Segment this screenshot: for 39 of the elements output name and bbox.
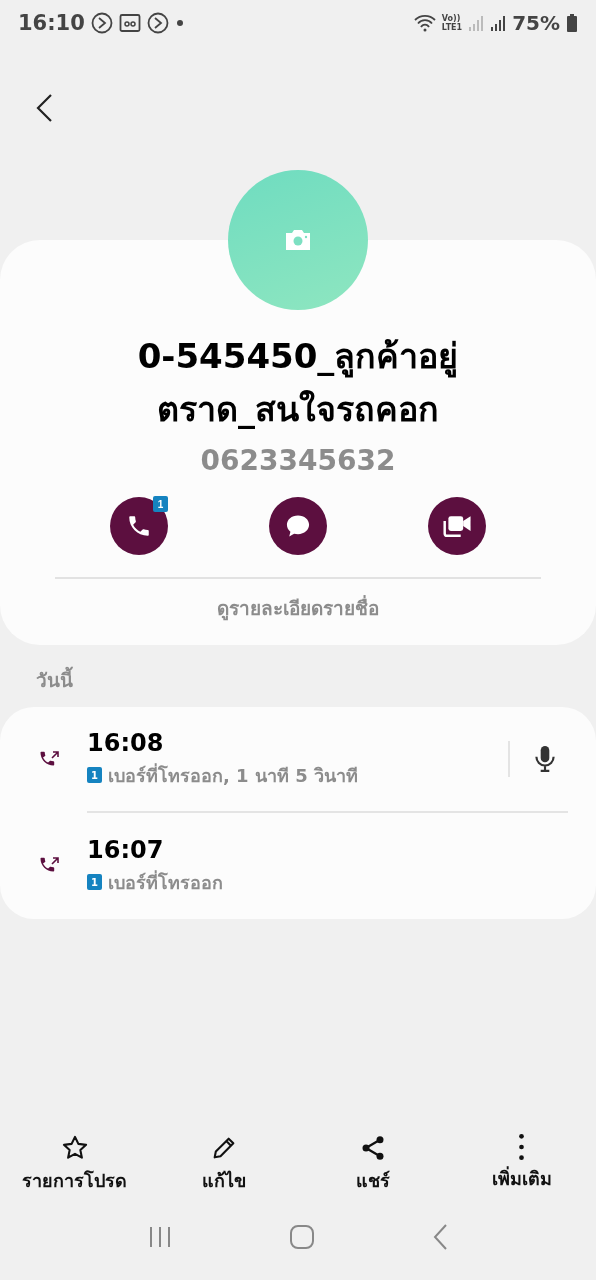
- section-title: วันนี้: [0, 645, 596, 707]
- play-circle-icon: [90, 11, 113, 34]
- back-button[interactable]: [34, 93, 54, 123]
- camera-icon: [283, 228, 313, 252]
- wifi-icon: [413, 13, 436, 32]
- contact-name: ตราด_สนใจรถคอก: [157, 388, 439, 431]
- back-nav-button[interactable]: [431, 1224, 448, 1250]
- sim-badge: 1: [87, 767, 102, 783]
- call-time: 16:08: [87, 728, 165, 757]
- play-circle-icon: [146, 11, 169, 34]
- more-icon: [519, 1134, 524, 1160]
- sim-badge: 1: [87, 874, 102, 890]
- call-time: 16:07: [87, 835, 165, 864]
- volte-label: Vo)): [441, 13, 462, 23]
- phone-icon: [126, 513, 152, 539]
- call-button[interactable]: 1: [110, 497, 168, 555]
- cassette-icon: [118, 12, 141, 33]
- contact-name: 0-545450_ลูกค้าอยู่: [137, 335, 459, 380]
- dot-icon: [174, 17, 185, 28]
- recent-apps-button[interactable]: [148, 1226, 173, 1248]
- battery-icon: [566, 12, 578, 33]
- lte-label: LTE1: [441, 22, 463, 32]
- phone-number: 0623345632: [200, 444, 396, 477]
- call-description: เบอร์ที่โทรออก, 1 นาที 5 วินาที: [108, 762, 358, 788]
- sim-badge: 1: [153, 496, 168, 512]
- star-icon: [60, 1134, 89, 1162]
- signal-icon: [468, 13, 485, 32]
- message-button[interactable]: [269, 497, 327, 555]
- call-description: เบอร์ที่โทรออก: [108, 869, 223, 895]
- battery-percent: 75%: [512, 10, 560, 35]
- share-action[interactable]: แชร์: [302, 1134, 443, 1208]
- video-button[interactable]: [428, 497, 486, 555]
- recording-button[interactable]: [532, 745, 558, 773]
- edit-action[interactable]: แก้ไข: [153, 1134, 294, 1208]
- signal-icon: [490, 13, 507, 32]
- status-time: 16:10: [18, 10, 85, 35]
- star-action[interactable]: รายการโปรด: [4, 1134, 145, 1208]
- home-button[interactable]: [289, 1224, 315, 1250]
- more-action[interactable]: เพิ่มเติม: [451, 1134, 592, 1208]
